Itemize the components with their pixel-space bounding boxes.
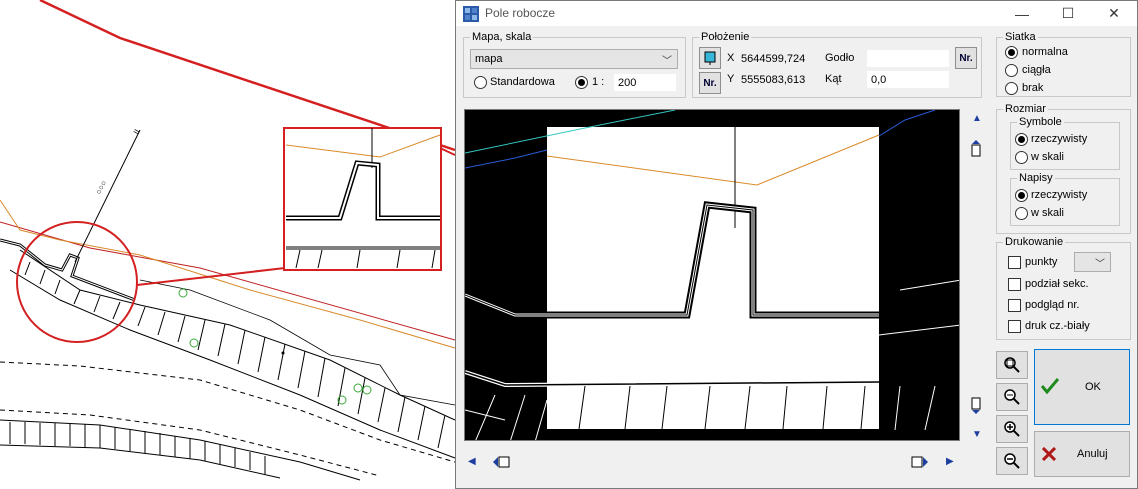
labels-legend: Napisy [1017, 172, 1055, 185]
printing-group: Drukowanie punkty ﹀ podział sekc. podglą… [996, 236, 1131, 340]
zoom-in-button[interactable] [996, 415, 1028, 443]
scroll-rightmost-icon[interactable] [911, 455, 931, 469]
kat-input[interactable]: 0,0 [867, 71, 949, 88]
symbols-scaled-label: w skali [1031, 151, 1065, 163]
checkmark-icon [1041, 378, 1059, 394]
zoom-window-icon [1004, 389, 1020, 405]
labels-scaled-label: w skali [1031, 207, 1065, 219]
scroll-left-arrow[interactable]: ◀ [468, 456, 476, 467]
labels-real-radio[interactable] [1015, 189, 1028, 202]
size-group: Rozmiar Symbole rzeczywisty w skali Napi… [996, 103, 1131, 234]
y-value: 5555083,613 [741, 74, 806, 86]
zoom-out-icon [1004, 453, 1020, 469]
print-section-split-label: podział sekc. [1025, 278, 1089, 290]
map-scale-group: Mapa, skala mapa ﹀ Standardowa 1 : 200 [463, 31, 686, 98]
workspace-dialog: Pole robocze — ☐ ✕ Mapa, skala mapa ﹀ St… [455, 0, 1138, 489]
print-section-split-checkbox[interactable] [1008, 278, 1021, 291]
printing-legend: Drukowanie [1003, 236, 1066, 249]
labels-real-label: rzeczywisty [1031, 189, 1088, 201]
godlo-nr-button[interactable]: Nr. [955, 47, 977, 69]
symbols-real-radio[interactable] [1015, 133, 1028, 146]
print-bw-label: druk cz.-biały [1025, 320, 1090, 332]
radio-standard[interactable] [474, 76, 487, 89]
zoom-out-button[interactable] [996, 447, 1028, 475]
chevron-down-icon: ﹀ [662, 56, 672, 67]
x-label: X [727, 52, 735, 64]
close-button[interactable]: ✕ [1091, 1, 1137, 26]
position-group: Położenie Nr. X 5644599,724 Y 5555083,61… [692, 31, 982, 98]
x-value: 5644599,724 [741, 53, 806, 65]
size-legend: Rozmiar [1003, 103, 1048, 116]
radio-custom-scale-label: 1 : [592, 76, 605, 88]
position-legend: Położenie [699, 31, 752, 44]
grid-option-none-label: brak [1022, 82, 1044, 94]
kat-label: Kąt [825, 73, 842, 85]
map-magnifier-circle [16, 221, 138, 343]
symbols-scaled-radio[interactable] [1015, 151, 1028, 164]
zoom-in-icon [1004, 421, 1020, 437]
print-points-label: punkty [1025, 256, 1058, 268]
godlo-input[interactable] [867, 50, 949, 67]
scroll-right-arrow[interactable]: ▶ [946, 456, 954, 467]
symbols-legend: Symbole [1017, 116, 1064, 129]
cross-icon [1042, 447, 1056, 461]
chevron-down-icon: ﹀ [1095, 259, 1105, 270]
map-select[interactable]: mapa ﹀ [470, 49, 678, 69]
scroll-top-icon[interactable] [970, 139, 982, 157]
radio-custom-scale[interactable] [575, 76, 588, 89]
print-preview-nr-label: podgląd nr. [1025, 299, 1080, 311]
grid-option-none[interactable] [1005, 82, 1018, 95]
app-icon [463, 6, 479, 22]
grid-option-normal-label: normalna [1022, 46, 1068, 58]
print-points-checkbox[interactable] [1008, 256, 1021, 269]
svg-text:○○○: ○○○ [94, 179, 109, 196]
print-bw-checkbox[interactable] [1008, 320, 1021, 333]
svg-text:II: II [132, 128, 142, 136]
zoom-window-button[interactable] [996, 383, 1028, 411]
print-preview-nr-checkbox[interactable] [1008, 299, 1021, 312]
cancel-label: Anuluj [1077, 448, 1108, 460]
radio-standard-label: Standardowa [490, 76, 555, 88]
map-green-markers [178, 288, 372, 405]
ok-button[interactable]: OK [1034, 349, 1130, 425]
labels-scaled-radio[interactable] [1015, 207, 1028, 220]
print-points-select[interactable]: ﹀ [1074, 252, 1111, 272]
symbols-real-label: rzeczywisty [1031, 133, 1088, 145]
y-label: Y [727, 73, 735, 85]
ok-label: OK [1085, 381, 1101, 393]
grid-legend: Siatka [1003, 31, 1038, 44]
map-scale-legend: Mapa, skala [470, 31, 534, 44]
labels-group: Napisy rzeczywisty w skali [1010, 172, 1120, 226]
window-title: Pole robocze [485, 6, 556, 20]
zoom-fit-icon [1004, 357, 1020, 373]
godlo-label: Godło [825, 52, 855, 64]
scale-input[interactable]: 200 [614, 74, 676, 91]
title-bar[interactable]: Pole robocze — ☐ ✕ [456, 1, 1137, 26]
symbols-group: Symbole rzeczywisty w skali [1010, 116, 1120, 170]
scroll-down-arrow[interactable]: ▼ [972, 429, 982, 440]
pick-point-icon [704, 51, 716, 65]
grid-group: Siatka normalna ciągła brak [996, 31, 1131, 97]
cancel-button[interactable]: Anuluj [1034, 431, 1130, 477]
scroll-leftmost-icon[interactable] [492, 455, 512, 469]
position-pick-button[interactable] [699, 47, 721, 69]
minimize-button[interactable]: — [999, 1, 1045, 26]
grid-option-continuous-label: ciągła [1022, 64, 1051, 76]
preview-canvas[interactable] [464, 109, 960, 441]
maximize-button[interactable]: ☐ [1045, 1, 1091, 26]
map-select-value: mapa [475, 53, 503, 65]
grid-option-continuous[interactable] [1005, 64, 1018, 77]
grid-option-normal[interactable] [1005, 46, 1018, 59]
zoom-fit-button[interactable] [996, 351, 1028, 379]
position-nr-button[interactable]: Nr. [699, 72, 721, 94]
scroll-bottom-icon[interactable] [970, 397, 982, 415]
scroll-up-arrow[interactable]: ▲ [972, 113, 982, 124]
